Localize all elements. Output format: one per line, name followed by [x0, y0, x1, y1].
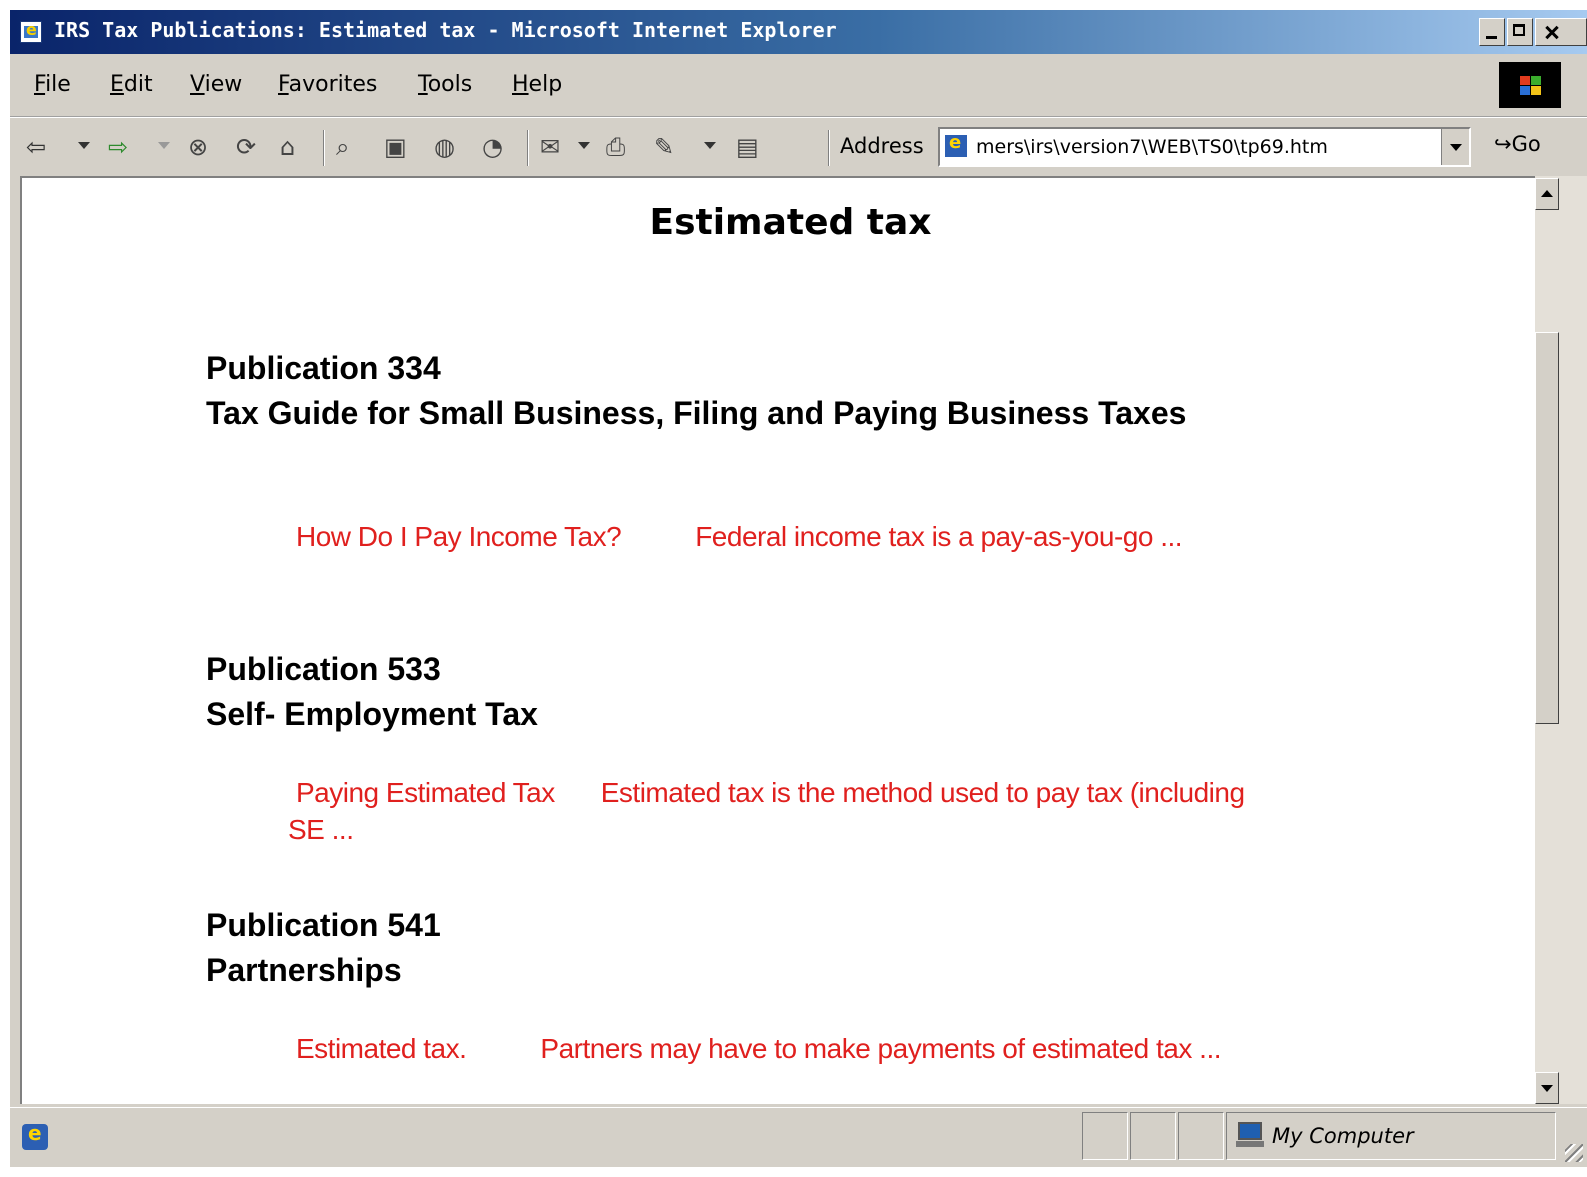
toolbar-separator — [323, 130, 325, 166]
menu-tools[interactable]: Tools — [418, 72, 472, 97]
publication-block: Publication 334 Tax Guide for Small Busi… — [206, 346, 1346, 436]
maximize-button[interactable] — [1507, 18, 1533, 46]
link-topic[interactable]: Estimated tax. — [296, 1033, 467, 1064]
publication-link[interactable]: How Do I Pay Income Tax? Federal income t… — [288, 518, 1288, 555]
favorites-icon[interactable]: ▣ — [384, 135, 407, 159]
forward-dropdown-icon[interactable] — [158, 142, 170, 149]
home-icon[interactable]: ⌂ — [280, 135, 295, 159]
publication-title: Self- Employment Tax — [206, 696, 538, 732]
media-icon[interactable]: ◍ — [434, 135, 455, 159]
back-icon[interactable]: ⇦ — [26, 135, 46, 159]
page-icon — [944, 132, 968, 158]
link-topic[interactable]: Paying Estimated Tax — [296, 777, 555, 808]
my-computer-icon — [1236, 1122, 1264, 1148]
publication-block: Publication 541 Partnerships — [206, 903, 1346, 993]
stop-icon[interactable]: ⊗ — [188, 135, 208, 159]
link-excerpt[interactable]: Partners may have to make payments of es… — [540, 1033, 1221, 1064]
menu-bar: File Edit View Favorites Tools Help — [10, 54, 1587, 117]
vertical-scrollbar[interactable] — [1535, 176, 1587, 1104]
minimize-button[interactable] — [1479, 18, 1505, 46]
menu-view[interactable]: View — [190, 72, 242, 97]
mail-icon[interactable]: ✉ — [540, 135, 560, 159]
scroll-down-button[interactable] — [1535, 1072, 1559, 1104]
resize-grip[interactable] — [1565, 1144, 1583, 1162]
page-status-icon — [22, 1121, 48, 1150]
mail-dropdown-icon[interactable] — [578, 142, 590, 149]
address-label: Address — [840, 134, 924, 158]
windows-logo-icon — [1499, 62, 1561, 108]
scrollbar-thumb[interactable] — [1535, 332, 1559, 724]
window-title: IRS Tax Publications: Estimated tax - Mi… — [54, 18, 837, 42]
menu-favorites[interactable]: Favorites — [278, 72, 377, 97]
link-excerpt[interactable]: Federal income tax is a pay-as-you-go ..… — [695, 521, 1182, 552]
discuss-icon[interactable]: ▤ — [736, 135, 759, 159]
status-bar: My Computer — [10, 1107, 1587, 1168]
status-panel — [1082, 1112, 1128, 1160]
scroll-up-button[interactable] — [1535, 178, 1559, 210]
go-button[interactable]: ↪Go — [1494, 132, 1541, 156]
edit-dropdown-icon[interactable] — [704, 142, 716, 149]
browser-window: IRS Tax Publications: Estimated tax - Mi… — [10, 10, 1587, 1167]
go-label: Go — [1511, 132, 1541, 156]
publication-block: Publication 533 Self- Employment Tax — [206, 647, 1346, 737]
print-icon[interactable]: ⎙ — [606, 135, 625, 159]
refresh-icon[interactable]: ⟳ — [236, 135, 256, 159]
toolbar: ⇦ ⇨ ⊗ ⟳ ⌂ ⌕ ▣ ◍ ◔ ✉ ⎙ ✎ ▤ Address mers\i… — [10, 117, 1587, 176]
menu-help[interactable]: Help — [512, 72, 562, 97]
publication-title: Partnerships — [206, 952, 402, 988]
internet-explorer-icon[interactable] — [20, 20, 42, 43]
edit-icon[interactable]: ✎ — [654, 135, 674, 159]
publication-number: Publication 334 — [206, 350, 441, 386]
status-panel — [1130, 1112, 1176, 1160]
publication-link[interactable]: Estimated tax. Partners may have to make … — [288, 1030, 1288, 1067]
back-dropdown-icon[interactable] — [78, 142, 90, 149]
zone-label: My Computer — [1272, 1124, 1414, 1148]
menu-edit[interactable]: Edit — [110, 72, 153, 97]
publication-number: Publication 533 — [206, 651, 441, 687]
search-icon[interactable]: ⌕ — [336, 135, 349, 159]
publication-number: Publication 541 — [206, 907, 441, 943]
address-input[interactable]: mers\irs\version7\WEB\TS0\tp69.htm — [938, 127, 1471, 167]
address-value[interactable]: mers\irs\version7\WEB\TS0\tp69.htm — [976, 136, 1328, 158]
toolbar-separator — [527, 130, 529, 166]
address-dropdown-button[interactable] — [1441, 129, 1469, 165]
page-content[interactable]: Estimated tax Publication 334 Tax Guide … — [20, 176, 1535, 1104]
toolbar-separator — [828, 130, 830, 166]
link-topic[interactable]: How Do I Pay Income Tax? — [296, 521, 622, 552]
close-button[interactable] — [1535, 18, 1587, 46]
forward-icon[interactable]: ⇨ — [108, 135, 128, 159]
publication-link[interactable]: Paying Estimated Tax Estimated tax is the… — [288, 774, 1288, 848]
page-heading: Estimated tax — [649, 202, 932, 243]
history-icon[interactable]: ◔ — [482, 135, 503, 159]
publication-title: Tax Guide for Small Business, Filing and… — [206, 395, 1187, 431]
menu-file[interactable]: File — [34, 72, 71, 97]
go-arrow-icon: ↪ — [1494, 132, 1512, 156]
status-panel — [1178, 1112, 1224, 1160]
title-bar[interactable]: IRS Tax Publications: Estimated tax - Mi… — [10, 10, 1587, 54]
